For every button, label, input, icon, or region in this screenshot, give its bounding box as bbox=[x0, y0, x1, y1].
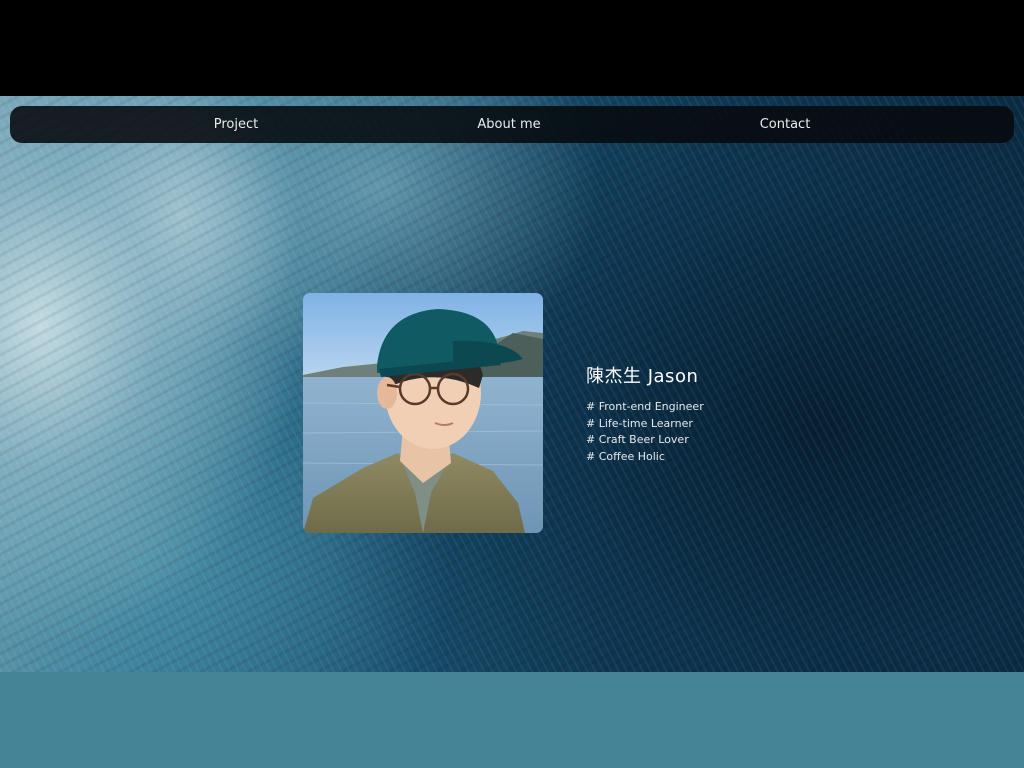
nav-link-about-me[interactable]: About me bbox=[477, 106, 540, 143]
profile-tag: # Front-end Engineer bbox=[586, 400, 704, 413]
profile-tag: # Craft Beer Lover bbox=[586, 433, 689, 447]
top-navbar: Project About me Contact bbox=[10, 106, 1014, 143]
profile-tag: # Life-time Learner bbox=[586, 416, 693, 430]
profile-info: 陳杰生 Jason # Front-end Engineer # Life-ti… bbox=[586, 362, 846, 465]
bottom-section-band bbox=[0, 672, 1024, 768]
top-black-bar bbox=[0, 0, 1024, 96]
nav-link-project[interactable]: Project bbox=[214, 106, 258, 143]
nav-link-contact[interactable]: Contact bbox=[760, 106, 811, 143]
profile-photo bbox=[303, 293, 543, 533]
profile-name: 陳杰生 Jason bbox=[586, 366, 699, 387]
profile-tag: # Coffee Holic bbox=[586, 449, 665, 463]
profile-tag-list: # Front-end Engineer # Life-time Learner… bbox=[586, 399, 846, 465]
